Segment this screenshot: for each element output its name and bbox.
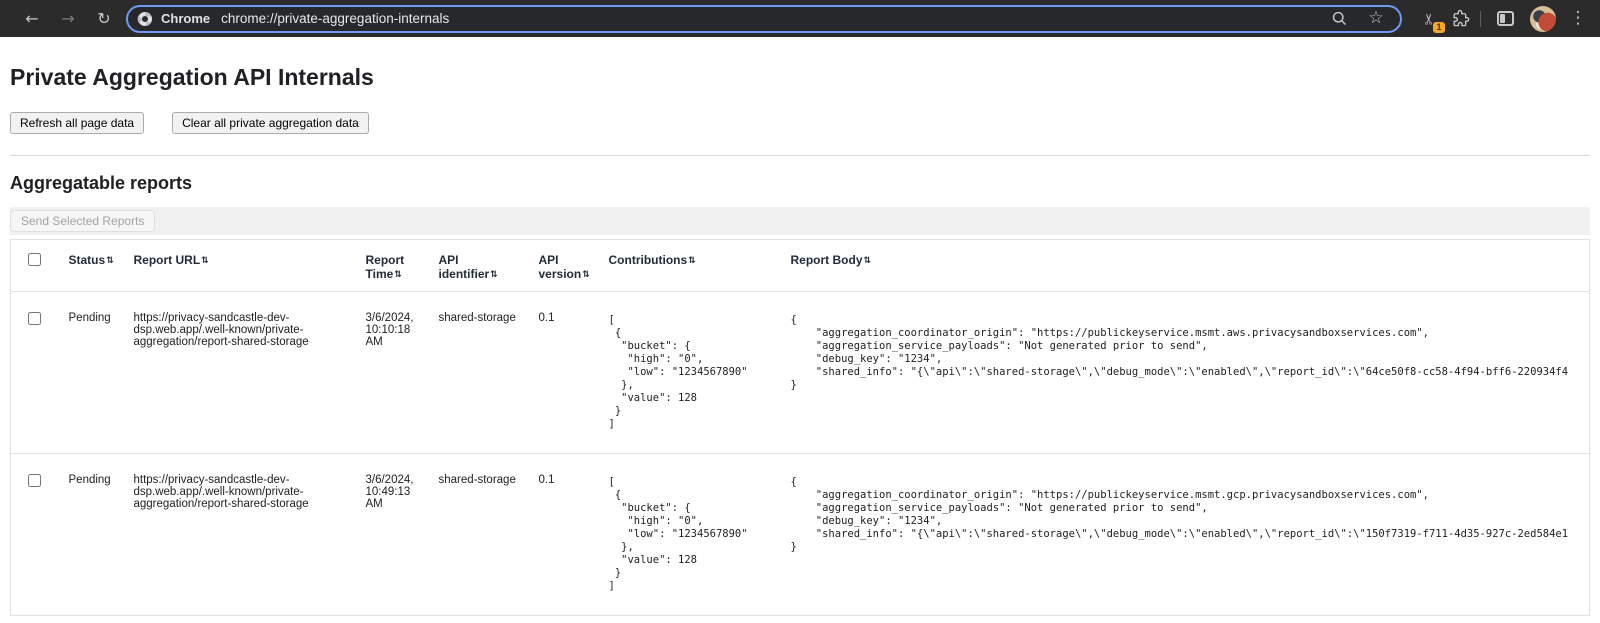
address-bar[interactable]: Chrome chrome://private-aggregation-inte… bbox=[126, 5, 1402, 33]
report-url-cell: https://privacy-sandcastle-dev-dsp.web.a… bbox=[124, 454, 356, 616]
extensions-puzzle-icon[interactable] bbox=[1448, 7, 1472, 31]
page-title: Private Aggregation API Internals bbox=[10, 64, 1590, 91]
api-version-cell: 0.1 bbox=[529, 454, 599, 616]
browser-toolbar: ← → ↻ Chrome chrome://private-aggregatio… bbox=[0, 0, 1600, 37]
row-checkbox[interactable] bbox=[28, 312, 41, 325]
back-icon[interactable]: ← bbox=[20, 7, 44, 31]
header-report-time[interactable]: Report Time⇅ bbox=[356, 240, 429, 292]
scissors-extension-button[interactable]: ✂ 1 bbox=[1416, 6, 1442, 32]
url-text[interactable]: chrome://private-aggregation-internals bbox=[221, 11, 449, 26]
contributions-json: [ { "bucket": { "high": "0", "low": "123… bbox=[609, 476, 771, 593]
sort-icon: ⇅ bbox=[106, 256, 114, 266]
report-body-json: { "aggregation_coordinator_origin": "htt… bbox=[791, 476, 1580, 554]
sort-icon: ⇅ bbox=[394, 270, 402, 280]
report-url-cell: https://privacy-sandcastle-dev-dsp.web.a… bbox=[124, 292, 356, 454]
section-title: Aggregatable reports bbox=[10, 173, 1590, 194]
header-contributions[interactable]: Contributions⇅ bbox=[599, 240, 781, 292]
header-report-url-label: Report URL bbox=[134, 253, 201, 267]
page-content: Private Aggregation API Internals Refres… bbox=[0, 64, 1600, 616]
sort-icon: ⇅ bbox=[864, 256, 872, 266]
section-divider bbox=[10, 155, 1590, 156]
bookmark-star-icon[interactable]: ☆ bbox=[1364, 7, 1388, 31]
sort-icon: ⇅ bbox=[490, 270, 498, 280]
row-checkbox[interactable] bbox=[28, 474, 41, 487]
extension-count-badge: 1 bbox=[1433, 22, 1445, 33]
api-identifier-cell: shared-storage bbox=[429, 454, 529, 616]
page-actions: Refresh all page data Clear all private … bbox=[10, 112, 1590, 134]
status-cell: Pending bbox=[59, 292, 124, 454]
browser-menu-icon[interactable]: ⋮ bbox=[1566, 7, 1590, 31]
header-contributions-label: Contributions bbox=[609, 253, 688, 267]
header-status-label: Status bbox=[69, 253, 106, 267]
search-engine-label: Chrome bbox=[161, 11, 210, 26]
toolbar-separator bbox=[1480, 11, 1481, 27]
report-time-cell: 3/6/2024, 10:49:13 AM bbox=[356, 454, 429, 616]
api-version-cell: 0.1 bbox=[529, 292, 599, 454]
header-api-identifier[interactable]: API identifier⇅ bbox=[429, 240, 529, 292]
forward-icon[interactable]: → bbox=[56, 7, 80, 31]
header-report-body[interactable]: Report Body⇅ bbox=[781, 240, 1590, 292]
nav-buttons: ← → ↻ bbox=[20, 7, 116, 31]
report-body-json: { "aggregation_coordinator_origin": "htt… bbox=[791, 314, 1580, 392]
status-cell: Pending bbox=[59, 454, 124, 616]
select-all-checkbox[interactable] bbox=[28, 253, 41, 266]
omnibox-actions: ☆ bbox=[1331, 7, 1388, 31]
sort-icon: ⇅ bbox=[582, 270, 590, 280]
reports-table: Status⇅ Report URL⇅ Report Time⇅ API ide… bbox=[10, 239, 1590, 616]
profile-avatar[interactable] bbox=[1530, 6, 1556, 32]
header-api-identifier-label: API identifier bbox=[439, 253, 490, 281]
header-report-body-label: Report Body bbox=[791, 253, 863, 267]
zoom-search-icon[interactable] bbox=[1331, 10, 1348, 27]
reload-icon[interactable]: ↻ bbox=[92, 7, 116, 31]
send-reports-bar: Send Selected Reports bbox=[10, 207, 1590, 235]
refresh-all-button[interactable]: Refresh all page data bbox=[10, 112, 144, 134]
send-selected-reports-button[interactable]: Send Selected Reports bbox=[10, 210, 155, 232]
report-row-2: Pending https://privacy-sandcastle-dev-d… bbox=[11, 454, 1590, 616]
api-identifier-cell: shared-storage bbox=[429, 292, 529, 454]
report-time-cell: 3/6/2024, 10:10:18 AM bbox=[356, 292, 429, 454]
contributions-json: [ { "bucket": { "high": "0", "low": "123… bbox=[609, 314, 771, 431]
sort-icon: ⇅ bbox=[201, 256, 209, 266]
header-report-url[interactable]: Report URL⇅ bbox=[124, 240, 356, 292]
header-api-version-label: API version bbox=[539, 253, 582, 281]
chrome-logo-icon bbox=[137, 11, 153, 27]
sort-icon: ⇅ bbox=[688, 256, 696, 266]
report-row-1: Pending https://privacy-sandcastle-dev-d… bbox=[11, 292, 1590, 454]
table-header-row: Status⇅ Report URL⇅ Report Time⇅ API ide… bbox=[11, 240, 1590, 292]
header-api-version[interactable]: API version⇅ bbox=[529, 240, 599, 292]
header-status[interactable]: Status⇅ bbox=[59, 240, 124, 292]
clear-all-button[interactable]: Clear all private aggregation data bbox=[172, 112, 369, 134]
side-panel-icon[interactable] bbox=[1497, 11, 1514, 26]
